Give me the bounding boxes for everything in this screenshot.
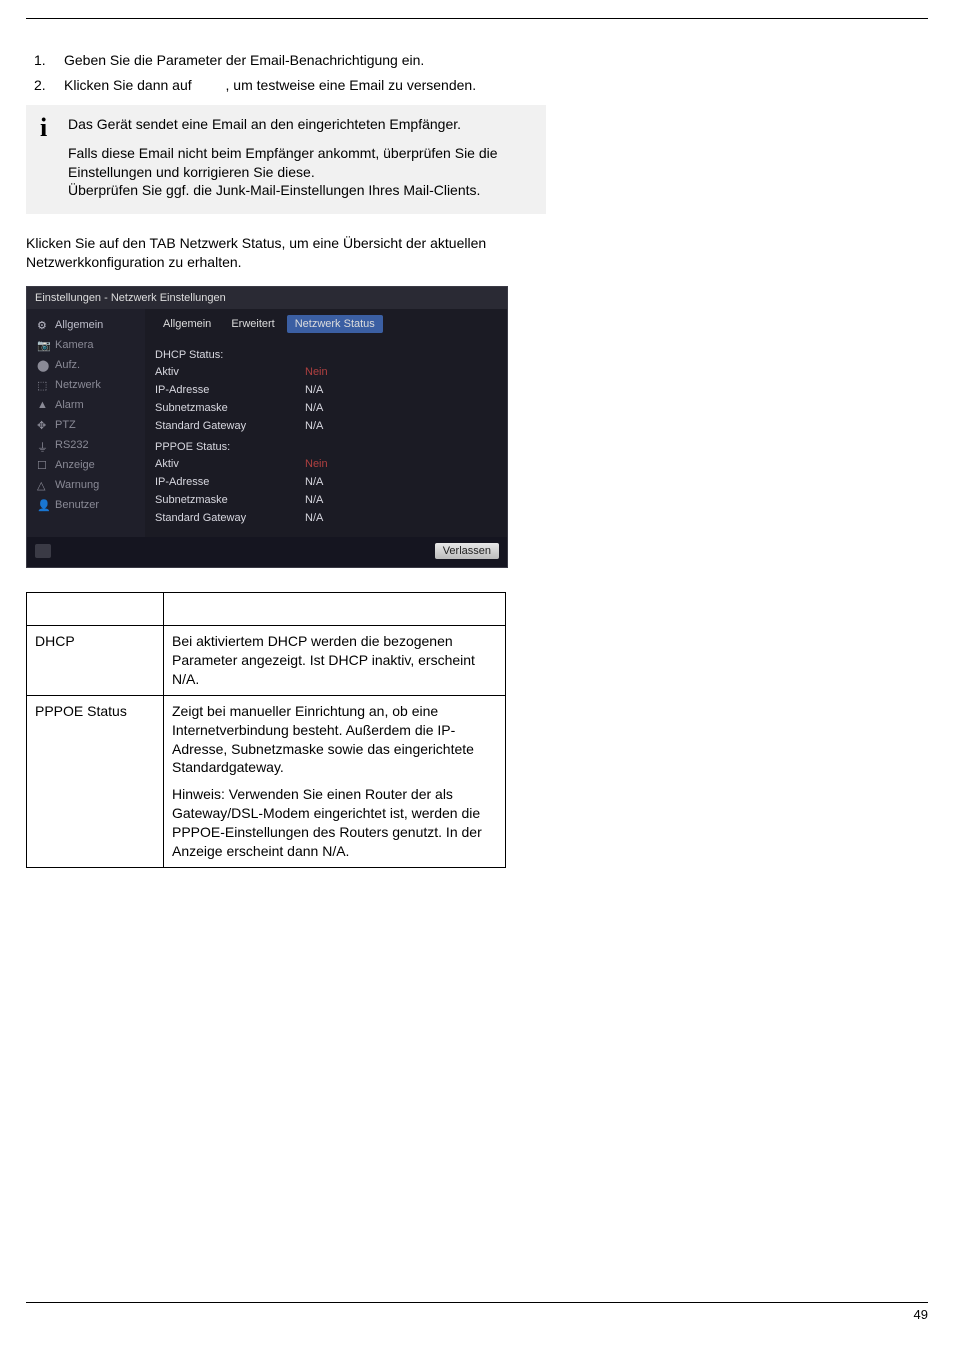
field-label: Standard Gateway (155, 512, 305, 524)
field-value: N/A (305, 402, 323, 414)
field-value: Nein (305, 366, 328, 378)
verlassen-button[interactable]: Verlassen (435, 543, 499, 559)
sidebar-item-label: RS232 (55, 439, 89, 451)
sidebar-item-label: Benutzer (55, 499, 99, 511)
camera-icon: 📷 (37, 339, 49, 351)
field-value: N/A (305, 384, 323, 396)
sidebar-item-benutzer[interactable]: 👤 Benutzer (27, 495, 145, 515)
tab-netzwerk-status[interactable]: Netzwerk Status (287, 315, 383, 333)
settings-sidebar: ⚙ Allgemein 📷 Kamera ⬤ Aufz. ⬚ Netzwerk ▲ Ala… (27, 309, 145, 537)
sidebar-item-label: Warnung (55, 479, 99, 491)
alarm-icon: ▲ (37, 399, 49, 411)
step-number: 2. (26, 76, 64, 95)
field-value: Nein (305, 458, 328, 470)
field-label: Aktiv (155, 366, 305, 378)
footer-icon[interactable] (35, 544, 51, 558)
sidebar-item-label: Kamera (55, 339, 94, 351)
tab-erweitert[interactable]: Erweitert (223, 315, 282, 333)
info-icon: i (40, 115, 68, 201)
warning-icon: △ (37, 479, 49, 491)
table-definition: Bei aktiviertem DHCP werden die bezogene… (164, 626, 506, 696)
table-definition-part: Hinweis: Verwenden Sie einen Router der … (172, 785, 497, 861)
window-title: Einstellungen - Netzwerk Einstellungen (27, 287, 507, 309)
step-text: Geben Sie die Parameter der Email-Benach… (64, 51, 546, 70)
field-value: N/A (305, 420, 323, 432)
sidebar-item-label: PTZ (55, 419, 76, 431)
info-paragraph: Überprüfen Sie ggf. die Junk-Mail-Einste… (68, 181, 532, 200)
field-label: IP-Adresse (155, 384, 305, 396)
step-text: Klicken Sie dann auf , um testweise eine… (64, 76, 546, 95)
step-text-part: Klicken Sie dann auf (64, 77, 196, 93)
embedded-screenshot: Einstellungen - Netzwerk Einstellungen ⚙… (26, 286, 508, 568)
sidebar-item-label: Netzwerk (55, 379, 101, 391)
dhcp-status-heading: DHCP Status: (155, 343, 497, 363)
table-term: PPPOE Status (27, 695, 164, 867)
sidebar-item-label: Anzeige (55, 459, 95, 471)
field-label: Aktiv (155, 458, 305, 470)
body-paragraph: Klicken Sie auf den TAB Netzwerk Status,… (26, 234, 546, 272)
field-label: IP-Adresse (155, 476, 305, 488)
sidebar-item-label: Allgemein (55, 319, 103, 331)
sidebar-item-kamera[interactable]: 📷 Kamera (27, 335, 145, 355)
field-label: Subnetzmaske (155, 494, 305, 506)
definition-table: DHCP Bei aktiviertem DHCP werden die bez… (26, 592, 506, 868)
ptz-icon: ✥ (37, 419, 49, 431)
field-value: N/A (305, 476, 323, 488)
field-label: Standard Gateway (155, 420, 305, 432)
sidebar-item-rs232[interactable]: ⏚ RS232 (27, 435, 145, 455)
sidebar-item-ptz[interactable]: ✥ PTZ (27, 415, 145, 435)
sidebar-item-anzeige[interactable]: ☐ Anzeige (27, 455, 145, 475)
table-term: DHCP (27, 626, 164, 696)
table-definition-part: Zeigt bei manueller Einrichtung an, ob e… (172, 702, 497, 778)
tab-bar: Allgemein Erweitert Netzwerk Status (155, 309, 497, 343)
tab-allgemein[interactable]: Allgemein (155, 315, 219, 333)
step-text-part: , um testweise eine Email zu versenden. (226, 77, 477, 93)
sidebar-item-allgemein[interactable]: ⚙ Allgemein (27, 315, 145, 335)
sidebar-item-warnung[interactable]: △ Warnung (27, 475, 145, 495)
numbered-steps: 1. Geben Sie die Parameter der Email-Ben… (26, 51, 546, 95)
sidebar-item-label: Aufz. (55, 359, 80, 371)
step-number: 1. (26, 51, 64, 70)
user-icon: 👤 (37, 499, 49, 511)
info-paragraph: Falls diese Email nicht beim Empfänger a… (68, 144, 532, 182)
sidebar-item-alarm[interactable]: ▲ Alarm (27, 395, 145, 415)
pppoe-status-heading: PPPOE Status: (155, 435, 497, 455)
field-label: Subnetzmaske (155, 402, 305, 414)
serial-icon: ⏚ (37, 439, 49, 451)
field-value: N/A (305, 512, 323, 524)
page-number: 49 (26, 1303, 928, 1322)
table-definition: Zeigt bei manueller Einrichtung an, ob e… (164, 695, 506, 867)
info-box: i Das Gerät sendet eine Email an den ein… (26, 105, 546, 215)
sidebar-item-netzwerk[interactable]: ⬚ Netzwerk (27, 375, 145, 395)
display-icon: ☐ (37, 459, 49, 471)
sidebar-item-label: Alarm (55, 399, 84, 411)
record-icon: ⬤ (37, 359, 49, 371)
field-value: N/A (305, 494, 323, 506)
sidebar-item-aufz[interactable]: ⬤ Aufz. (27, 355, 145, 375)
network-icon: ⬚ (37, 379, 49, 391)
info-paragraph: Das Gerät sendet eine Email an den einge… (68, 115, 532, 134)
gear-icon: ⚙ (37, 319, 49, 331)
